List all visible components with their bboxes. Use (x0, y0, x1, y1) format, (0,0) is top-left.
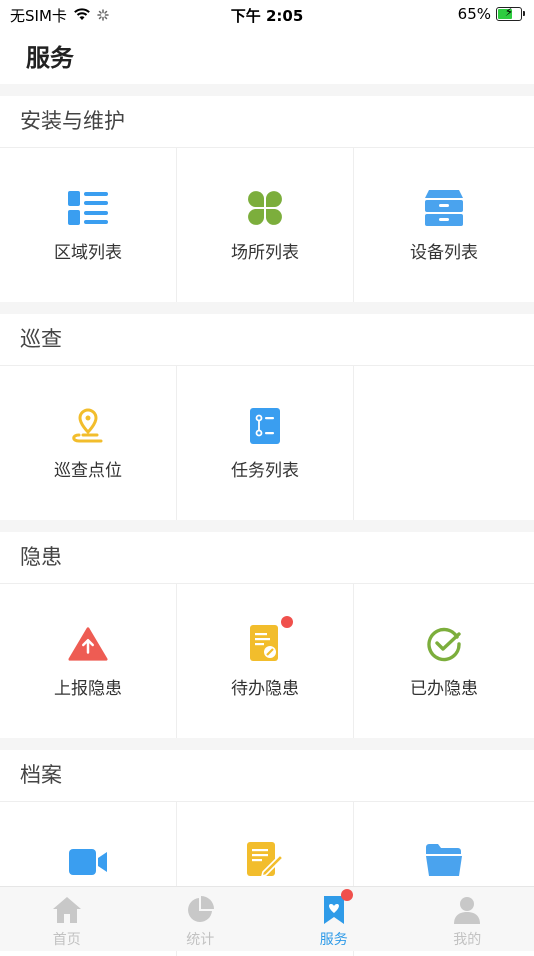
location-pin-icon (68, 406, 108, 446)
item-label: 设备列表 (410, 238, 478, 263)
tab-label: 服务 (320, 929, 348, 949)
item-label: 待办隐患 (231, 674, 299, 699)
tab-home[interactable]: 首页 (0, 887, 134, 951)
area-list-button[interactable]: 区域列表 (0, 148, 177, 302)
home-icon (52, 895, 82, 925)
empty-cell (354, 366, 534, 520)
page-title: 服务 (26, 38, 74, 73)
service-icon (319, 895, 349, 925)
pie-chart-icon (185, 895, 215, 925)
clock: 下午 2:05 (0, 5, 534, 26)
folder-icon (424, 840, 464, 880)
pending-hazard-button[interactable]: 待办隐患 (177, 584, 354, 738)
video-icon (68, 842, 108, 882)
item-label: 场所列表 (231, 238, 299, 263)
pending-document-icon (245, 624, 285, 664)
item-label: 上报隐患 (54, 674, 122, 699)
section-title: 巡查 (0, 314, 534, 366)
warning-upload-icon (68, 624, 108, 664)
battery-icon: ⚡ (496, 7, 522, 21)
section-title: 安装与维护 (0, 96, 534, 148)
clover-icon (245, 188, 285, 228)
battery-percent: 65% (458, 5, 491, 23)
section-patrol: 巡查 巡查点位 (0, 314, 534, 520)
section-title: 隐患 (0, 532, 534, 584)
tab-bar: 首页 统计 服务 我的 (0, 886, 534, 951)
completed-hazard-button[interactable]: 已办隐患 (354, 584, 534, 738)
tab-mine[interactable]: 我的 (401, 887, 534, 951)
user-icon (452, 895, 482, 925)
edit-document-icon (245, 840, 285, 880)
item-label: 区域列表 (54, 238, 122, 263)
task-list-button[interactable]: 任务列表 (177, 366, 354, 520)
cabinet-icon (424, 188, 464, 228)
item-label: 已办隐患 (410, 674, 478, 699)
task-list-icon (245, 406, 285, 446)
report-hazard-button[interactable]: 上报隐患 (0, 584, 177, 738)
section-install-maintenance: 安装与维护 区域列表 (0, 96, 534, 302)
check-circle-icon (424, 624, 464, 664)
notification-badge (341, 889, 353, 901)
patrol-point-button[interactable]: 巡查点位 (0, 366, 177, 520)
section-title: 档案 (0, 750, 534, 802)
tab-label: 首页 (53, 929, 81, 949)
tab-label: 统计 (186, 929, 214, 949)
item-label: 巡查点位 (54, 456, 122, 481)
device-list-button[interactable]: 设备列表 (354, 148, 534, 302)
section-hazard: 隐患 上报隐患 (0, 532, 534, 738)
venue-list-button[interactable]: 场所列表 (177, 148, 354, 302)
tab-label: 我的 (453, 929, 481, 949)
tab-statistics[interactable]: 统计 (134, 887, 268, 951)
tab-service[interactable]: 服务 (267, 887, 401, 951)
notification-badge (281, 616, 293, 628)
nav-bar: 服务 (0, 28, 534, 84)
service-list: 安装与维护 区域列表 (0, 84, 534, 956)
item-label: 任务列表 (231, 456, 299, 481)
list-icon (68, 188, 108, 228)
status-bar: 无SIM卡 下午 2:05 65% ⚡ (0, 0, 534, 28)
